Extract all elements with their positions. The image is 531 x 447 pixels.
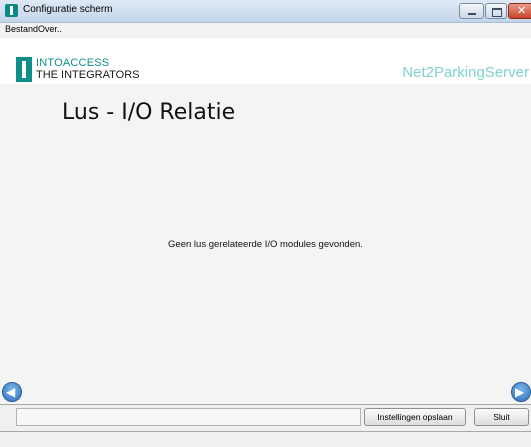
minimize-button[interactable]: [459, 3, 484, 19]
app-icon: [5, 4, 18, 17]
close-button[interactable]: Sluit: [474, 408, 529, 426]
menu-over[interactable]: Over..: [38, 24, 62, 34]
configuration-window: Configuratie scherm Bestand Over.. INTOA…: [0, 0, 531, 447]
product-name: Net2ParkingServer: [402, 64, 529, 81]
save-settings-button[interactable]: Instellingen opslaan: [364, 408, 466, 426]
footer-bar: Instellingen opslaan Sluit: [0, 404, 531, 432]
window-title: Configuratie scherm: [23, 4, 113, 15]
intoaccess-logo-icon: [16, 57, 32, 82]
close-window-button[interactable]: [508, 3, 531, 19]
arrow-right-icon: ▶: [515, 385, 525, 399]
page-title: Lus - I/O Relatie: [62, 100, 236, 125]
status-field: [16, 408, 361, 426]
back-button[interactable]: ◀: [2, 382, 22, 402]
arrow-left-icon: ◀: [6, 385, 16, 399]
content-area: INTOACCESS THE INTEGRATORS Net2ParkingSe…: [0, 38, 531, 447]
bottom-strip: [0, 432, 531, 447]
empty-state-message: Geen lus gerelateerde I/O modules gevond…: [168, 239, 363, 250]
brand-header: INTOACCESS THE INTEGRATORS Net2ParkingSe…: [0, 38, 531, 84]
company-name: INTOACCESS: [36, 57, 110, 69]
next-button[interactable]: ▶: [511, 382, 531, 402]
title-bar[interactable]: Configuratie scherm: [0, 0, 531, 23]
maximize-button[interactable]: [485, 3, 507, 19]
menu-bestand[interactable]: Bestand: [5, 24, 38, 34]
menu-bar: Bestand Over..: [0, 23, 531, 37]
company-tagline: THE INTEGRATORS: [36, 69, 140, 81]
